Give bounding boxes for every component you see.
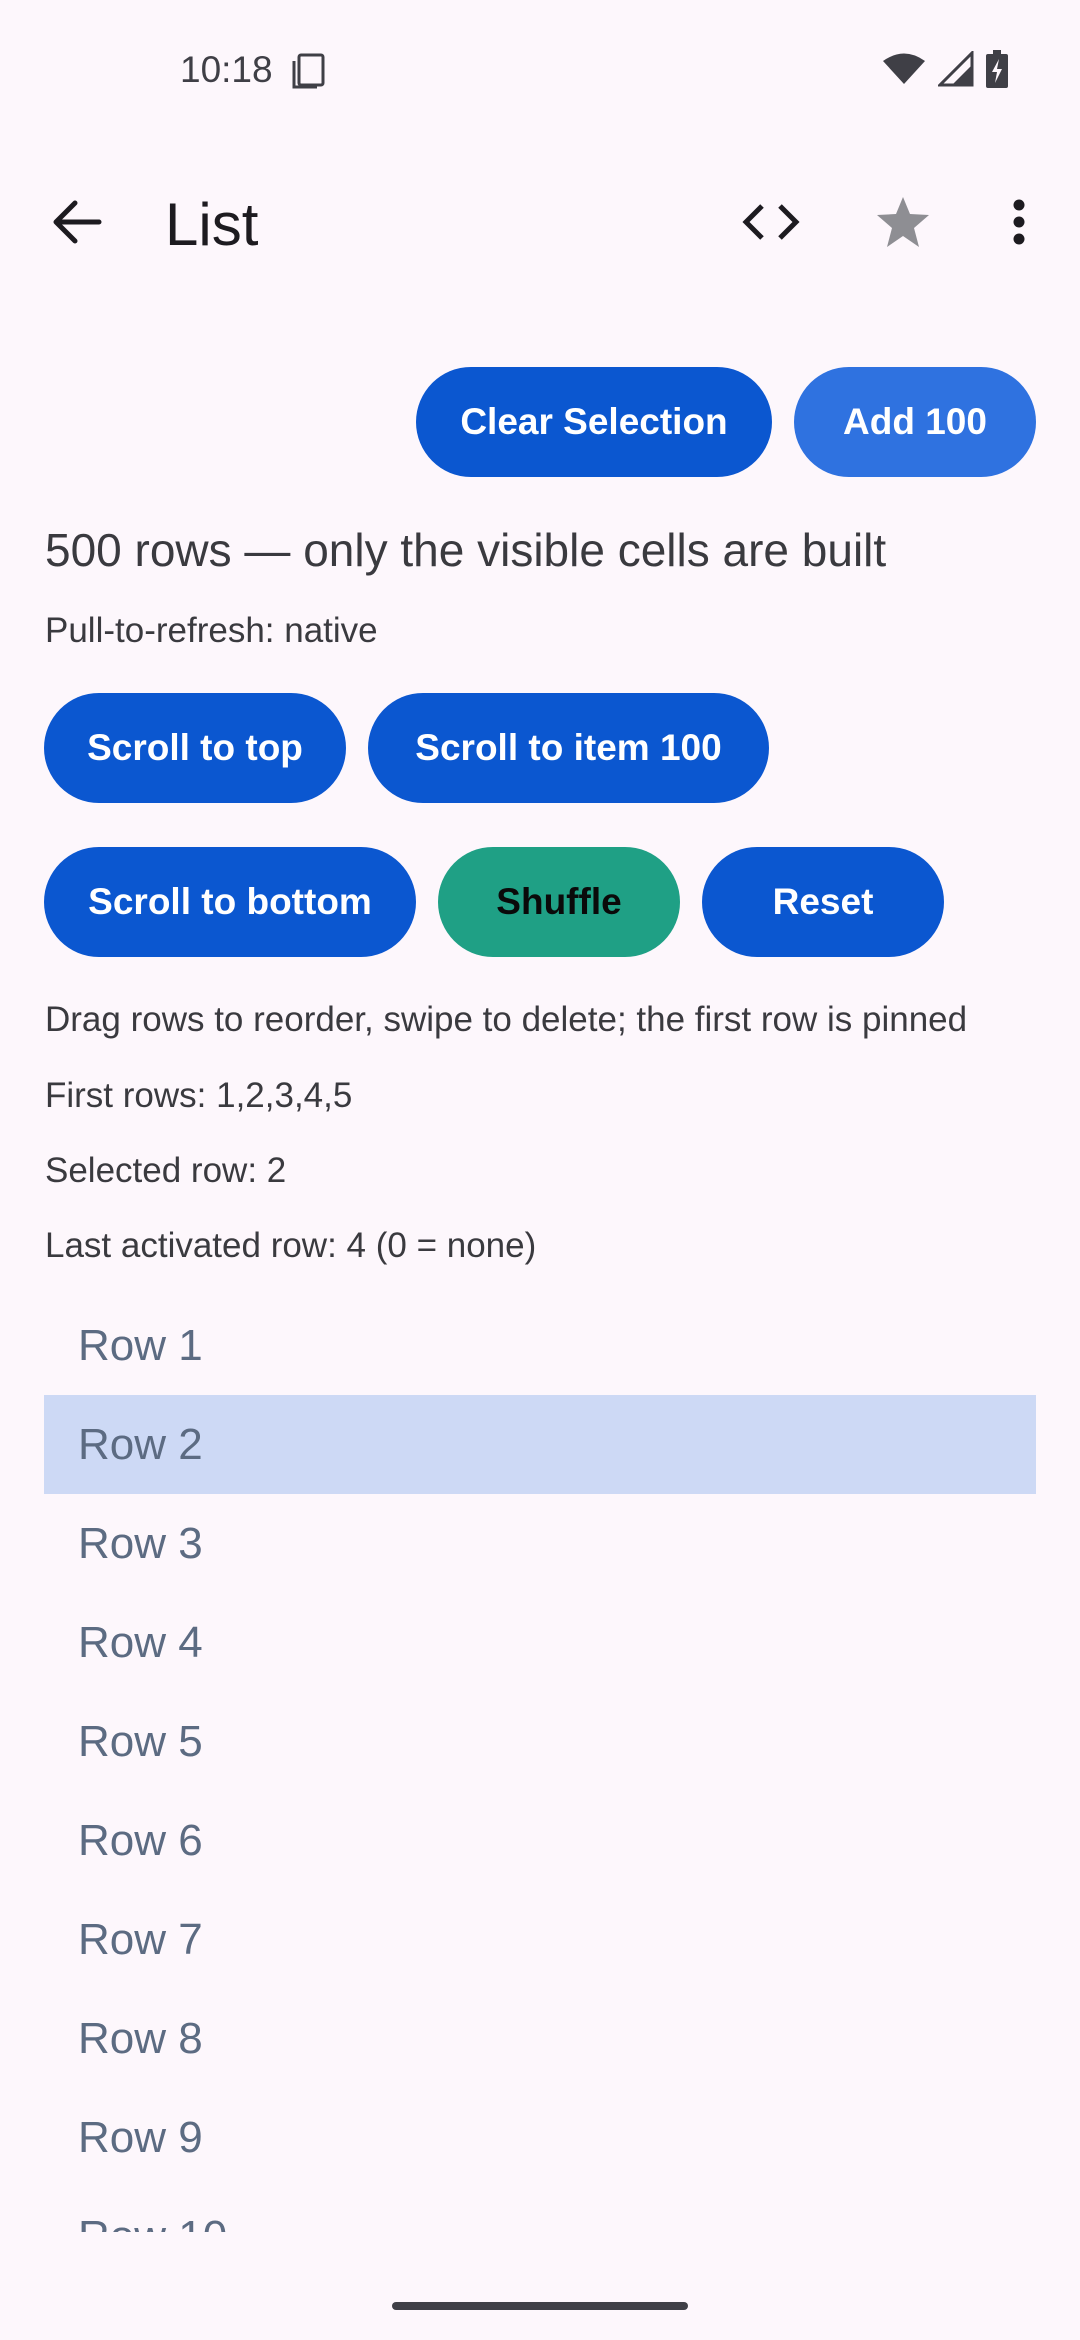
pull-to-refresh-status: Pull-to-refresh: native xyxy=(45,611,378,650)
rows-summary: 500 rows — only the visible cells are bu… xyxy=(45,524,887,576)
arrow-back-icon xyxy=(51,198,103,251)
scroll-to-item-button[interactable]: Scroll to item 100 xyxy=(368,693,769,803)
code-icon xyxy=(742,202,800,247)
star-icon xyxy=(875,195,931,254)
favorite-button[interactable] xyxy=(855,176,951,272)
back-button[interactable] xyxy=(29,176,125,272)
list-item-selected[interactable]: Row 2 xyxy=(44,1395,1036,1494)
shuffle-button[interactable]: Shuffle xyxy=(438,847,680,957)
list-item[interactable]: Row 9 xyxy=(44,2088,1036,2187)
instructions-text: Drag rows to reorder, swipe to delete; t… xyxy=(45,1000,968,1039)
status-icons xyxy=(882,49,1008,93)
list-item[interactable]: Row 8 xyxy=(44,1989,1036,2088)
row-list[interactable]: Row 1 Row 2 Row 3 Row 4 Row 5 Row 6 Row … xyxy=(44,1296,1036,2232)
list-item[interactable]: Row 7 xyxy=(44,1890,1036,1989)
list-item[interactable]: Row 5 xyxy=(44,1692,1036,1791)
list-item[interactable]: Row 6 xyxy=(44,1791,1036,1890)
battery-charging-icon xyxy=(986,50,1008,93)
selected-row-text: Selected row: 2 xyxy=(45,1151,287,1190)
home-indicator[interactable] xyxy=(392,2302,688,2310)
add-100-button[interactable]: Add 100 xyxy=(794,367,1036,477)
more-vert-icon xyxy=(1012,199,1026,250)
wifi-icon xyxy=(882,52,926,91)
status-time: 10:18 xyxy=(180,49,273,90)
list-item[interactable]: Row 4 xyxy=(44,1593,1036,1692)
page-title: List xyxy=(165,191,259,258)
clear-selection-button[interactable]: Clear Selection xyxy=(416,367,772,477)
list-item[interactable]: Row 1 xyxy=(44,1296,1036,1395)
list-item[interactable]: Row 10 xyxy=(44,2187,1036,2233)
first-rows-text: First rows: 1,2,3,4,5 xyxy=(45,1076,353,1115)
list-item[interactable]: Row 3 xyxy=(44,1494,1036,1593)
status-bar: 10:18 xyxy=(0,0,1080,140)
signal-icon xyxy=(936,49,974,92)
more-options-button[interactable] xyxy=(971,176,1067,272)
scroll-to-top-button[interactable]: Scroll to top xyxy=(44,693,346,803)
reset-button[interactable]: Reset xyxy=(702,847,944,957)
last-activated-text: Last activated row: 4 (0 = none) xyxy=(45,1226,537,1265)
scroll-to-bottom-button[interactable]: Scroll to bottom xyxy=(44,847,416,957)
sim-card-icon xyxy=(291,53,325,94)
view-source-button[interactable] xyxy=(723,176,819,272)
